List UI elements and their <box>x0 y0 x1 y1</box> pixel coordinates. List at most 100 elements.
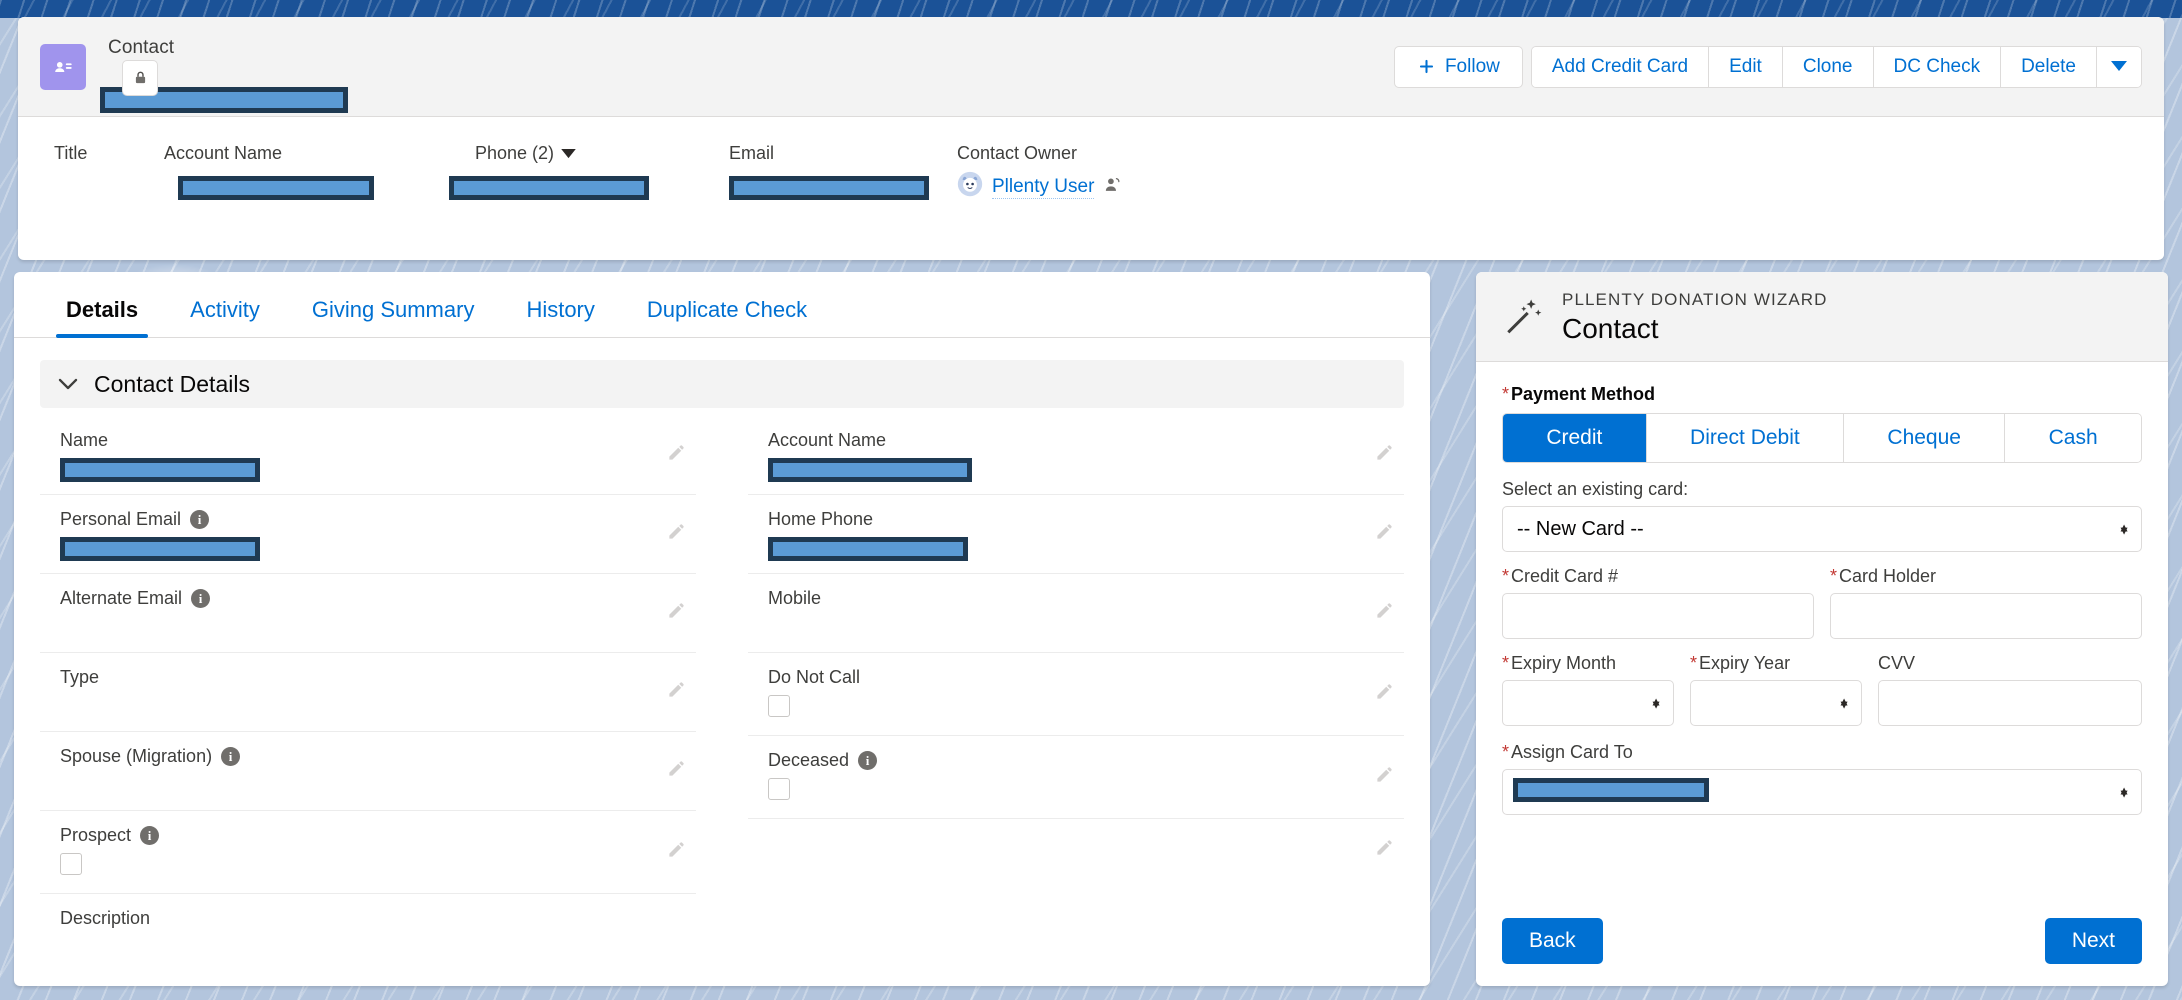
expiry-year-stepper-icon[interactable]: ▲ ▼ <box>1838 696 1850 711</box>
add-credit-card-button[interactable]: Add Credit Card <box>1531 46 1710 87</box>
info-icon[interactable]: i <box>221 747 241 766</box>
plus-icon <box>1419 59 1434 74</box>
field-label-personal-email-text: Personal Email <box>60 509 182 529</box>
highlight-value-email[interactable] <box>729 172 957 202</box>
info-icon[interactable]: i <box>858 751 878 770</box>
payment-tab-credit[interactable]: Credit <box>1503 414 1647 462</box>
delete-button[interactable]: Delete <box>2001 46 2097 87</box>
field-label-prospect: Prospect i <box>60 825 696 846</box>
tab-giving-summary[interactable]: Giving Summary <box>286 297 501 337</box>
edit-home-phone-pencil-icon[interactable] <box>1375 522 1394 546</box>
expiry-cvv-row: * Expiry Month ▲ ▼ * Expiry Year ▲ ▼ CVV <box>1502 653 2142 726</box>
highlight-value-phone[interactable] <box>449 172 729 202</box>
credit-card-input[interactable] <box>1502 593 1814 639</box>
redacted-personal-email-value <box>60 537 260 561</box>
payment-tab-direct-debit[interactable]: Direct Debit <box>1646 414 1845 462</box>
field-column-right: Account Name Home Phone Mobile Do Not Ca… <box>722 416 1404 956</box>
wizard-body: * Payment Method Credit Direct Debit Che… <box>1476 362 2168 918</box>
record-lock-icon[interactable] <box>122 59 158 96</box>
edit-mobile-pencil-icon[interactable] <box>1375 601 1394 625</box>
edit-spacer-pencil-icon[interactable] <box>1375 838 1394 862</box>
edit-account-name-pencil-icon[interactable] <box>1375 443 1394 467</box>
chevron-down-icon <box>58 378 78 389</box>
prospect-checkbox[interactable] <box>60 853 82 875</box>
deceased-checkbox[interactable] <box>768 778 790 800</box>
clone-button[interactable]: Clone <box>1782 46 1874 87</box>
redacted-email <box>729 176 929 200</box>
field-label-type: Type <box>60 667 100 687</box>
expiry-month-select[interactable]: ▲ ▼ <box>1502 680 1674 726</box>
edit-personal-email-pencil-icon[interactable] <box>667 522 686 546</box>
more-actions-chevron-down-icon[interactable] <box>2097 46 2141 87</box>
assign-card-to-stepper-icon[interactable]: ▲ ▼ <box>2118 785 2130 800</box>
field-label-mobile: Mobile <box>768 588 822 608</box>
record-type-label: Contact <box>108 37 175 59</box>
required-asterisk: * <box>1502 742 1510 762</box>
do-not-call-checkbox[interactable] <box>768 695 790 717</box>
cvv-input[interactable] <box>1878 680 2142 726</box>
tab-duplicate-check[interactable]: Duplicate Check <box>621 297 833 337</box>
required-asterisk: * <box>1502 384 1510 404</box>
contact-details-section-header[interactable]: Contact Details <box>40 360 1404 408</box>
field-value-do-not-call <box>768 695 1404 723</box>
change-owner-icon[interactable] <box>1103 175 1122 200</box>
highlight-field-phone: Phone (2) <box>449 143 729 259</box>
edit-deceased-pencil-icon[interactable] <box>1375 765 1394 789</box>
field-value-mobile <box>768 616 1404 640</box>
field-spouse-migration: Spouse (Migration) i <box>40 732 696 811</box>
assign-card-to-select[interactable]: ▲ ▼ <box>1502 769 2142 815</box>
redacted-assign-card-to-value <box>1513 778 1709 802</box>
tab-history[interactable]: History <box>500 297 620 337</box>
expiry-month-stepper-icon[interactable]: ▲ ▼ <box>1650 696 1662 711</box>
field-value-alternate-email <box>60 616 696 640</box>
record-action-bar: Follow Add Credit Card Edit Clone DC Che… <box>1393 45 2142 88</box>
tab-details[interactable]: Details <box>40 297 164 338</box>
field-spacer-right <box>748 819 1404 881</box>
info-icon[interactable]: i <box>140 826 160 845</box>
payment-tab-cash[interactable]: Cash <box>2005 414 2141 462</box>
edit-do-not-call-pencil-icon[interactable] <box>1375 682 1394 706</box>
wizard-eyebrow-label: PLLENTY DONATION WIZARD <box>1562 290 1828 309</box>
edit-type-pencil-icon[interactable] <box>667 680 686 704</box>
existing-card-label: Select an existing card: <box>1502 479 1689 499</box>
required-asterisk: * <box>1690 653 1698 673</box>
back-button[interactable]: Back <box>1502 918 1603 964</box>
record-title-block: Contact <box>100 37 348 113</box>
edit-name-pencil-icon[interactable] <box>667 443 686 467</box>
field-column-left: Name Personal Email i Alternate Email i … <box>40 416 722 956</box>
edit-spouse-migration-pencil-icon[interactable] <box>667 759 686 783</box>
required-asterisk: * <box>1502 566 1510 586</box>
field-description: Description <box>40 894 696 956</box>
field-account-name: Account Name <box>748 416 1404 495</box>
card-holder-input[interactable] <box>1830 593 2142 639</box>
contact-record-icon <box>40 43 86 90</box>
payment-tab-cheque[interactable]: Cheque <box>1844 414 2006 462</box>
credit-card-label: * Credit Card # <box>1502 566 1814 587</box>
dc-check-button[interactable]: DC Check <box>1873 46 2002 87</box>
edit-button[interactable]: Edit <box>1709 46 1783 87</box>
redacted-home-phone-value <box>768 537 968 561</box>
contact-field-grid: Name Personal Email i Alternate Email i … <box>14 416 1430 956</box>
expiry-month-label-text: Expiry Month <box>1511 653 1617 673</box>
info-icon[interactable]: i <box>190 510 210 529</box>
expiry-year-select[interactable]: ▲ ▼ <box>1690 680 1862 726</box>
field-label-prospect-text: Prospect <box>60 825 132 845</box>
tab-activity[interactable]: Activity <box>164 297 286 337</box>
edit-alternate-email-pencil-icon[interactable] <box>667 601 686 625</box>
field-label-alternate-email: Alternate Email i <box>60 588 696 609</box>
field-value-account-name[interactable] <box>768 458 1404 482</box>
field-personal-email: Personal Email i <box>40 495 696 574</box>
edit-prospect-pencil-icon[interactable] <box>667 840 686 864</box>
highlight-value-account-name[interactable] <box>164 172 449 202</box>
field-type: Type <box>40 653 696 732</box>
existing-card-stepper-icon[interactable]: ▲ ▼ <box>2118 522 2130 537</box>
field-label-personal-email: Personal Email i <box>60 509 696 530</box>
wizard-step-title: Contact <box>1562 313 1659 344</box>
existing-card-select[interactable]: -- New Card -- ▲ ▼ <box>1502 506 2142 552</box>
next-button[interactable]: Next <box>2044 918 2142 964</box>
info-icon[interactable]: i <box>191 589 211 608</box>
payment-method-tabs: Credit Direct Debit Cheque Cash <box>1502 413 2142 463</box>
follow-button[interactable]: Follow <box>1393 45 1523 88</box>
contact-owner-link[interactable]: Pllenty User <box>992 176 1095 199</box>
wizard-footer: Back Next <box>1476 918 2168 986</box>
